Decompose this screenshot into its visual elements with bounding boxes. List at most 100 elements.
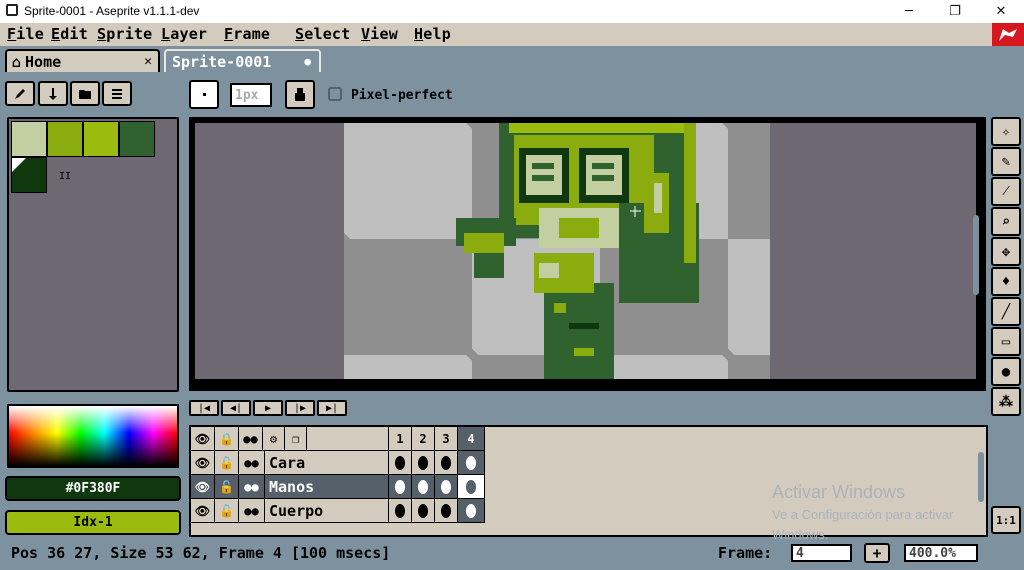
layer-continuous-toggle[interactable]: ●● xyxy=(239,451,265,475)
play-button[interactable]: ▶ xyxy=(253,400,283,416)
palette-options-button[interactable] xyxy=(102,81,132,106)
blur-tool[interactable]: ⁂ xyxy=(991,387,1021,416)
menu-layer[interactable]: Layer xyxy=(161,25,207,43)
ink-type-button[interactable] xyxy=(285,80,315,109)
layer-lock-toggle[interactable]: 🔓 xyxy=(215,499,239,523)
menu-sprite[interactable]: Sprite xyxy=(97,25,152,43)
next-frame-icon: |▶ xyxy=(293,402,307,414)
tab-sprite-0001[interactable]: Sprite-0001 ● xyxy=(164,49,321,72)
frame-header-3[interactable]: 3 xyxy=(435,427,458,451)
move-icon: ✥ xyxy=(1001,243,1011,260)
fill-tool[interactable]: ♦ xyxy=(991,267,1021,296)
cel[interactable] xyxy=(389,475,412,499)
frame-header-1[interactable]: 1 xyxy=(389,427,412,451)
palette-sort-button[interactable] xyxy=(38,81,68,106)
previous-frame-icon: ◀| xyxy=(229,402,243,414)
frame-number-input[interactable]: 4 xyxy=(791,544,852,562)
eyedropper-tool[interactable]: ⁄ xyxy=(991,177,1021,206)
rectangle-tool[interactable]: ▭ xyxy=(991,327,1021,356)
palette-edit-button[interactable] xyxy=(5,81,35,106)
cel[interactable] xyxy=(389,451,412,475)
canvas-checkerboard[interactable] xyxy=(344,123,770,379)
frame-header-2[interactable]: 2 xyxy=(412,427,435,451)
layer-visibility-toggle[interactable]: 👁 xyxy=(191,475,215,499)
onion-skin-icon[interactable]: ❐ xyxy=(285,427,307,451)
activate-windows-subtitle: Ve a Configuración para activar xyxy=(772,507,954,522)
cel-active[interactable] xyxy=(458,499,485,523)
menu-frame[interactable]: Frame xyxy=(224,25,270,43)
palette-swatch[interactable] xyxy=(83,121,119,157)
status-info: Pos 36 27, Size 53 62, Frame 4 [100 msec… xyxy=(11,544,391,562)
frame-header-4-active[interactable]: 4 xyxy=(458,427,485,451)
frame-label: Frame: xyxy=(718,544,773,562)
previous-frame-button[interactable]: ◀| xyxy=(221,400,251,416)
brush-type-button[interactable] xyxy=(189,80,219,109)
editor-viewport[interactable] xyxy=(195,123,976,379)
foreground-color-hex[interactable]: #0F380F xyxy=(5,476,181,501)
cel[interactable] xyxy=(435,499,458,523)
menu-help[interactable]: Help xyxy=(414,25,451,43)
cel[interactable] xyxy=(412,451,435,475)
modified-dot-icon[interactable]: ● xyxy=(304,55,311,68)
eye-header-icon[interactable]: 👁 xyxy=(191,427,215,451)
cel[interactable] xyxy=(389,499,412,523)
layer-name-manos[interactable]: Manos xyxy=(265,475,389,499)
last-frame-button[interactable]: ▶| xyxy=(317,400,347,416)
menu-edit[interactable]: Edit xyxy=(51,25,88,43)
line-tool[interactable]: ╱ xyxy=(991,297,1021,326)
contour-tool[interactable]: ● xyxy=(991,357,1021,386)
maximize-button[interactable]: ❐ xyxy=(932,0,978,23)
lock-header-icon[interactable]: 🔒 xyxy=(215,427,239,451)
pixel-perfect-checkbox[interactable] xyxy=(328,87,342,101)
cel[interactable] xyxy=(412,475,435,499)
menu-select[interactable]: Select xyxy=(295,25,350,43)
layer-continuous-toggle[interactable]: ●● xyxy=(239,499,265,523)
minimize-button[interactable]: ─ xyxy=(886,0,932,23)
palette-swatch[interactable] xyxy=(47,121,83,157)
flag-icon xyxy=(992,23,1024,46)
menu-file[interactable]: File xyxy=(7,25,44,43)
layer-name-cuerpo[interactable]: Cuerpo xyxy=(265,499,389,523)
cel[interactable] xyxy=(435,475,458,499)
palette-swatch[interactable] xyxy=(119,121,155,157)
layer-visibility-toggle[interactable]: 👁 xyxy=(191,499,215,523)
color-spectrum[interactable] xyxy=(7,404,179,468)
sprite-editor[interactable] xyxy=(189,117,986,391)
layer-continuous-toggle[interactable]: ●● xyxy=(239,475,265,499)
fg-bg-marker: II xyxy=(59,171,72,182)
first-frame-button[interactable]: |◀ xyxy=(189,400,219,416)
tab-home[interactable]: ⌂ Home ✕ xyxy=(5,49,160,72)
layer-visibility-toggle[interactable]: 👁 xyxy=(191,451,215,475)
layer-lock-toggle[interactable]: 🔓 xyxy=(215,451,239,475)
gear-icon[interactable]: ⚙ xyxy=(263,427,285,451)
cel-active-selected[interactable] xyxy=(458,475,485,499)
background-color-index[interactable]: Idx-1 xyxy=(5,510,181,535)
palette-presets-button[interactable] xyxy=(70,81,100,106)
palette-swatch-selected[interactable] xyxy=(11,157,47,193)
ink-icon xyxy=(295,87,305,101)
marquee-tool[interactable]: ✧ xyxy=(991,117,1021,146)
timeline-scrollbar[interactable] xyxy=(978,452,984,502)
palette-swatch[interactable] xyxy=(11,121,47,157)
cel[interactable] xyxy=(412,499,435,523)
close-icon[interactable]: ✕ xyxy=(144,54,152,69)
next-frame-button[interactable]: |▶ xyxy=(285,400,315,416)
zoom-reset-button[interactable]: 1:1 xyxy=(991,506,1021,534)
last-frame-icon: ▶| xyxy=(325,402,339,414)
continuous-header-icon[interactable]: ●● xyxy=(239,427,263,451)
layer-lock-toggle[interactable]: 🔓 xyxy=(215,475,239,499)
move-tool[interactable]: ✥ xyxy=(991,237,1021,266)
zoom-input[interactable]: 400.0% xyxy=(904,544,978,562)
cel[interactable] xyxy=(435,451,458,475)
home-icon: ⌂ xyxy=(12,52,22,71)
zoom-tool[interactable]: ⌕ xyxy=(991,207,1021,236)
add-frame-button[interactable]: + xyxy=(864,543,890,563)
pixel-perfect-label: Pixel-perfect xyxy=(351,88,453,103)
vertical-scrollbar[interactable] xyxy=(973,215,979,295)
cel-active[interactable] xyxy=(458,451,485,475)
menu-view[interactable]: View xyxy=(361,25,398,43)
layer-name-cara[interactable]: Cara xyxy=(265,451,389,475)
close-window-button[interactable]: ✕ xyxy=(978,0,1024,23)
brush-size-input[interactable] xyxy=(230,83,272,107)
pencil-tool[interactable]: ✎ xyxy=(991,147,1021,176)
